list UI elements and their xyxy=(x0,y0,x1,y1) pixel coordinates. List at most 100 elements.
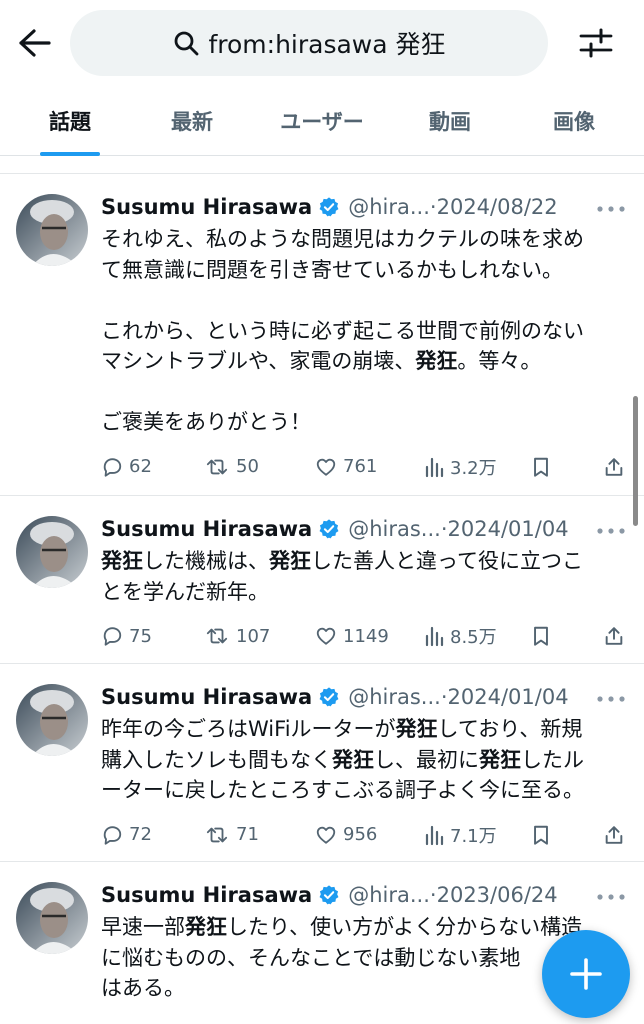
search-icon xyxy=(172,29,200,57)
scrollbar[interactable] xyxy=(633,396,638,526)
tweet-feed: Susumu Hirasawa @hira... · 2024/08/22 それ… xyxy=(0,173,644,1024)
body-line: ーターに戻したところすこぶる調子よく今に至る。 xyxy=(101,775,621,806)
tweet-header: Susumu Hirasawa @hira... · 2023/06/24 xyxy=(101,880,558,910)
views-button[interactable]: 8.5万 xyxy=(424,621,497,651)
tweet[interactable]: Susumu Hirasawa @hiras... · 2024/01/04 発… xyxy=(0,496,644,664)
tweet-date[interactable]: 2024/08/22 xyxy=(437,195,558,219)
compose-button[interactable] xyxy=(542,930,630,1018)
text-segment: 早速一部 xyxy=(101,915,185,939)
tweet-text: 発狂した機械は、発狂した善人と違って役に立つこ とを学んだ新年。 xyxy=(101,546,621,607)
tweet-actions: 75 107 1149 8.5万 xyxy=(101,621,631,651)
text-segment: し、最初に xyxy=(374,747,479,772)
reply-button[interactable]: 75 xyxy=(101,621,152,651)
views-count: 3.2万 xyxy=(450,457,497,479)
reply-icon xyxy=(101,824,123,846)
separator-dot: · xyxy=(429,195,437,219)
retweet-count: 107 xyxy=(236,625,271,647)
reply-icon xyxy=(101,456,123,478)
tab-top[interactable]: 話題 xyxy=(22,86,118,156)
verified-badge-icon xyxy=(318,196,340,218)
body-line: て無意識に問題を引き寄せているかもしれない。 xyxy=(101,255,621,286)
bookmark-button[interactable] xyxy=(531,820,551,850)
search-filter-button[interactable] xyxy=(574,22,618,64)
author-handle[interactable]: @hiras... xyxy=(348,517,441,541)
tweet[interactable]: Susumu Hirasawa @hira... · 2023/06/24 早速… xyxy=(0,862,644,1024)
reply-icon xyxy=(101,625,123,647)
highlighted-term: 発狂 xyxy=(185,915,227,939)
arrow-left-icon xyxy=(19,29,51,57)
body-line: 昨年の今ごろはWiFiルーターが発狂しており、新規 xyxy=(101,714,621,745)
retweet-icon xyxy=(204,824,230,846)
text-segment: これから、という時に必ず起こる世間で前例のない xyxy=(101,318,584,343)
tab-videos[interactable]: 動画 xyxy=(400,86,500,156)
like-button[interactable]: 956 xyxy=(315,820,377,850)
more-options-button[interactable] xyxy=(594,686,628,708)
reply-button[interactable]: 62 xyxy=(101,452,152,482)
reply-button[interactable]: 72 xyxy=(101,820,152,850)
views-button[interactable]: 3.2万 xyxy=(424,452,497,482)
text-segment: ーターに戻したところすこぶる調子よく今に至る。 xyxy=(101,778,584,802)
body-line: 早速一部発狂したり、使い方がよく分からない構造 xyxy=(101,912,621,943)
share-button[interactable] xyxy=(603,621,625,651)
separator-dot: · xyxy=(429,883,437,907)
text-segment: に悩むものの、そんなことでは動じない素地 xyxy=(101,945,521,970)
author-name[interactable]: Susumu Hirasawa xyxy=(101,517,312,541)
tab-users[interactable]: ユーザー xyxy=(262,86,382,156)
like-button[interactable]: 761 xyxy=(315,452,377,482)
heart-icon xyxy=(315,625,337,647)
filter-sliders-icon xyxy=(579,28,613,58)
retweet-button[interactable]: 71 xyxy=(204,820,259,850)
highlighted-term: 発狂 xyxy=(269,549,311,573)
text-segment: 購入したソレも間もなく xyxy=(101,747,332,772)
text-segment: した機械は、 xyxy=(143,549,269,573)
share-icon xyxy=(603,456,625,478)
search-tabs: 話題 最新 ユーザー 動画 画像 xyxy=(0,86,644,156)
text-segment: マシントラブルや、家電の崩壊、 xyxy=(101,349,416,373)
author-handle[interactable]: @hira... xyxy=(348,883,430,907)
text-segment: 昨年の今ごろはWiFiルーターが xyxy=(101,717,396,741)
share-button[interactable] xyxy=(603,452,625,482)
avatar[interactable] xyxy=(16,194,88,266)
more-options-button[interactable] xyxy=(594,518,628,540)
retweet-count: 50 xyxy=(236,456,259,477)
tab-label: 最新 xyxy=(171,110,213,134)
text-segment: したり、使い方がよく分からない構造 xyxy=(227,915,583,939)
author-name[interactable]: Susumu Hirasawa xyxy=(101,685,312,709)
avatar[interactable] xyxy=(16,684,88,756)
author-name[interactable]: Susumu Hirasawa xyxy=(101,883,312,907)
tab-images[interactable]: 画像 xyxy=(524,86,624,156)
bookmark-button[interactable] xyxy=(531,621,551,651)
retweet-button[interactable]: 50 xyxy=(204,452,259,482)
author-handle[interactable]: @hiras... xyxy=(348,685,441,709)
more-options-button[interactable] xyxy=(594,884,628,906)
search-input[interactable]: from:hirasawa 発狂 xyxy=(70,10,548,76)
reply-count: 75 xyxy=(129,625,152,647)
back-button[interactable] xyxy=(14,22,56,64)
tweet-date[interactable]: 2023/06/24 xyxy=(437,883,558,907)
views-button[interactable]: 7.1万 xyxy=(424,820,497,850)
tweet[interactable]: Susumu Hirasawa @hiras... · 2024/01/04 昨… xyxy=(0,664,644,862)
views-count: 8.5万 xyxy=(450,627,497,648)
bookmark-button[interactable] xyxy=(531,452,551,482)
tweet[interactable]: Susumu Hirasawa @hira... · 2024/08/22 それ… xyxy=(0,174,644,496)
highlighted-term: 発狂 xyxy=(101,549,143,573)
body-line: これから、という時に必ず起こる世間で前例のない xyxy=(101,316,621,347)
body-line: 購入したソレも間もなく発狂し、最初に発狂したル xyxy=(101,745,621,776)
retweet-button[interactable]: 107 xyxy=(204,621,270,651)
body-line: とを学んだ新年。 xyxy=(101,577,621,608)
avatar[interactable] xyxy=(16,516,88,588)
tweet-date[interactable]: 2024/01/04 xyxy=(448,685,569,709)
tab-latest[interactable]: 最新 xyxy=(142,86,242,156)
author-handle[interactable]: @hira... xyxy=(348,195,430,219)
avatar[interactable] xyxy=(16,882,88,954)
tweet-actions: 62 50 761 3.2万 xyxy=(101,452,631,482)
more-options-button[interactable] xyxy=(594,196,628,218)
author-name[interactable]: Susumu Hirasawa xyxy=(101,195,312,219)
like-button[interactable]: 1149 xyxy=(315,621,389,651)
tab-label: 動画 xyxy=(429,110,471,134)
tweet-date[interactable]: 2024/01/04 xyxy=(448,517,569,541)
retweet-icon xyxy=(204,625,230,647)
highlighted-term: 発狂 xyxy=(415,349,458,373)
share-button[interactable] xyxy=(603,820,625,850)
